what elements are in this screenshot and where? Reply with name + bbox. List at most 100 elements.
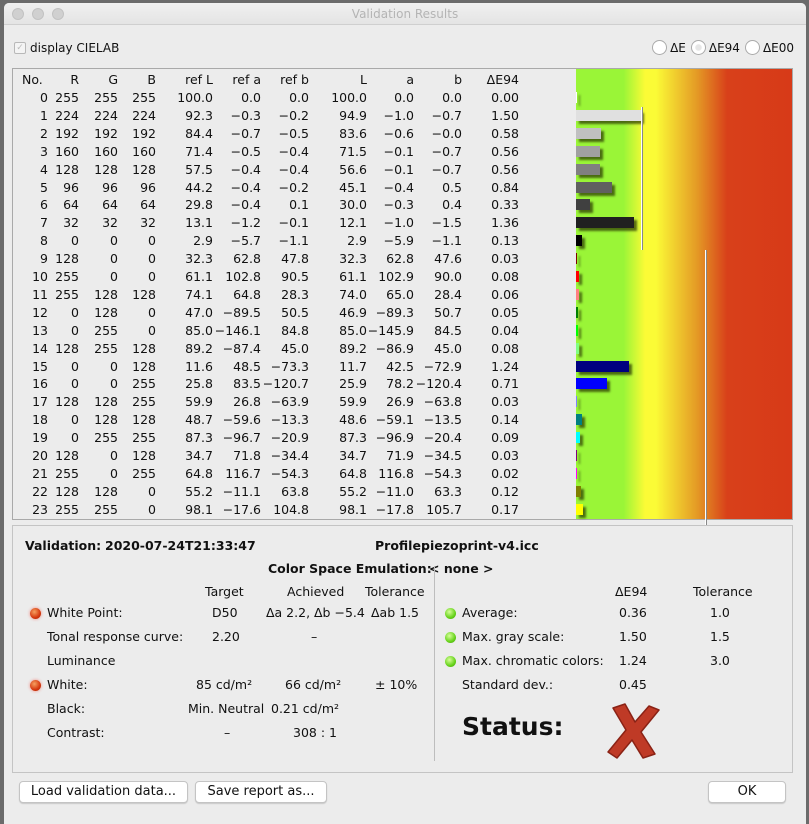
delta-e-bar <box>576 360 630 372</box>
profile-label: Profile: <box>375 538 426 553</box>
cell-b: 50.7 <box>434 304 462 320</box>
delta-e-bar <box>576 127 601 139</box>
cell-b: 128 <box>132 161 156 177</box>
delta-e-bar <box>576 306 579 318</box>
cell-b: 255 <box>132 90 156 105</box>
cell-ref-b: 90.5 <box>281 269 309 284</box>
delta-e-bar <box>576 414 583 426</box>
cell-ref-b: −13.3 <box>270 412 309 428</box>
cell-b: 0 <box>148 322 156 338</box>
cell-delta-e94: 1.36 <box>491 215 519 231</box>
validation-results-window: Validation Results ✓ display CIELAB ΔE Δ… <box>4 3 806 824</box>
cell-b: 128 <box>132 448 156 463</box>
cell-delta-e94: 0.13 <box>491 233 519 249</box>
white-target: 85 cd/m² <box>196 677 253 692</box>
cell-b: −63.8 <box>423 394 462 410</box>
delta-e-bar <box>576 432 580 444</box>
cell-delta-e94: 0.03 <box>491 394 519 410</box>
cell-b: 255 <box>132 376 156 392</box>
cell-delta-e94: 0.71 <box>491 376 519 392</box>
delta-e-bar <box>576 109 641 121</box>
summary-panel: Validation: 2020-07-24T21:33:47 Profile:… <box>12 525 793 773</box>
cell-b: 128 <box>132 358 156 374</box>
cell-b: 105.7 <box>426 501 462 517</box>
cell-b: 32 <box>140 215 156 231</box>
trc-label: Tonal response curve: <box>47 629 184 644</box>
checkbox-check-icon[interactable]: ✓ <box>14 42 26 54</box>
white-tolerance: ± 10% <box>375 677 418 692</box>
cell-b: 255 <box>132 430 156 446</box>
header-right-tolerance: Tolerance <box>693 584 753 599</box>
header-b: b <box>454 72 462 87</box>
cell-delta-e94: 0.56 <box>491 161 519 177</box>
cell-ref-b: 45.0 <box>281 340 309 356</box>
cell-b: −120.4 <box>415 376 462 392</box>
max-chromatic-pass-indicator-icon <box>445 656 456 667</box>
cell-delta-e94: 0.58 <box>491 125 519 141</box>
validation-label: Validation: <box>25 538 102 553</box>
luminance-label: Luminance <box>47 653 116 668</box>
cell-b: 255 <box>132 394 156 410</box>
cell-ref-b: 28.3 <box>281 286 309 302</box>
cell-ref-b: 63.8 <box>281 483 309 499</box>
delta-e-bar <box>576 271 580 282</box>
cell-b: 47.6 <box>434 251 462 267</box>
cell-b: 28.4 <box>434 286 462 302</box>
cell-b: 96 <box>140 179 156 195</box>
cell-b: 64 <box>140 197 156 213</box>
delta-e-bar <box>576 92 577 103</box>
cell-b: 84.5 <box>434 322 462 338</box>
cell-ref-b: −20.9 <box>270 430 309 446</box>
max-chromatic-tolerance: 3.0 <box>710 653 730 668</box>
load-validation-data-button[interactable]: Load validation data... <box>19 781 188 803</box>
cell-delta-e94: 0.17 <box>491 501 519 517</box>
delta-e-bar <box>576 485 582 497</box>
radio-delta-e00[interactable] <box>744 40 760 55</box>
emulation-value: < none > <box>429 561 494 576</box>
display-cielab-checkbox[interactable]: ✓ display CIELAB <box>14 41 119 55</box>
radio-delta-e[interactable] <box>652 40 668 55</box>
radio-delta-e94[interactable] <box>690 40 706 55</box>
cell-ref-b: −0.5 <box>278 125 309 141</box>
cell-b: 0 <box>148 251 156 267</box>
white-label: White: <box>47 677 88 692</box>
cell-b: −1.5 <box>431 215 462 231</box>
max-gray-tolerance: 1.5 <box>710 629 730 644</box>
delta-e-bar <box>576 378 607 390</box>
cell-delta-e94: 0.03 <box>491 448 519 463</box>
vertical-divider <box>434 566 435 761</box>
contrast-target: – <box>224 725 231 740</box>
average-value: 0.36 <box>619 605 647 620</box>
title-bar: Validation Results <box>4 3 806 25</box>
cell-b: −0.7 <box>431 161 462 177</box>
cell-delta-e94: 0.05 <box>491 304 519 320</box>
trc-target: 2.20 <box>212 629 240 644</box>
cell-delta-e94: 0.08 <box>491 269 519 284</box>
cell-delta-e94: 0.56 <box>491 143 519 159</box>
delta-e-bar <box>576 503 584 515</box>
save-report-button[interactable]: Save report as... <box>195 781 327 803</box>
white-point-tolerance: Δab 1.5 <box>371 605 419 620</box>
cell-b: 0 <box>148 304 156 320</box>
average-tolerance: 1.0 <box>710 605 730 620</box>
white-luminance-fail-indicator-icon <box>30 680 41 691</box>
cell-ref-b: −73.3 <box>270 358 309 374</box>
std-dev-value: 0.45 <box>619 677 647 692</box>
white-achieved: 66 cd/m² <box>285 677 342 692</box>
cell-b: −13.5 <box>423 412 462 428</box>
header-b: B <box>147 72 156 87</box>
ok-button[interactable]: OK <box>708 781 786 803</box>
contrast-achieved: 308 : 1 <box>293 725 337 740</box>
gray-tolerance-line <box>640 106 642 251</box>
cell-b: 160 <box>132 143 156 159</box>
cell-b: 0 <box>148 501 156 517</box>
cell-delta-e94: 1.50 <box>491 107 519 123</box>
std-dev-label: Standard dev.: <box>462 677 554 692</box>
header-ref-b: ref b <box>280 72 309 87</box>
cell-b: −34.5 <box>423 448 462 463</box>
black-achieved: 0.21 cd/m² <box>271 701 340 716</box>
cell-ref-b: 0.0 <box>289 90 309 105</box>
delta-e-bar <box>576 163 601 175</box>
header-delta-e94: ΔE94 <box>615 584 648 599</box>
window-title: Validation Results <box>351 7 459 21</box>
